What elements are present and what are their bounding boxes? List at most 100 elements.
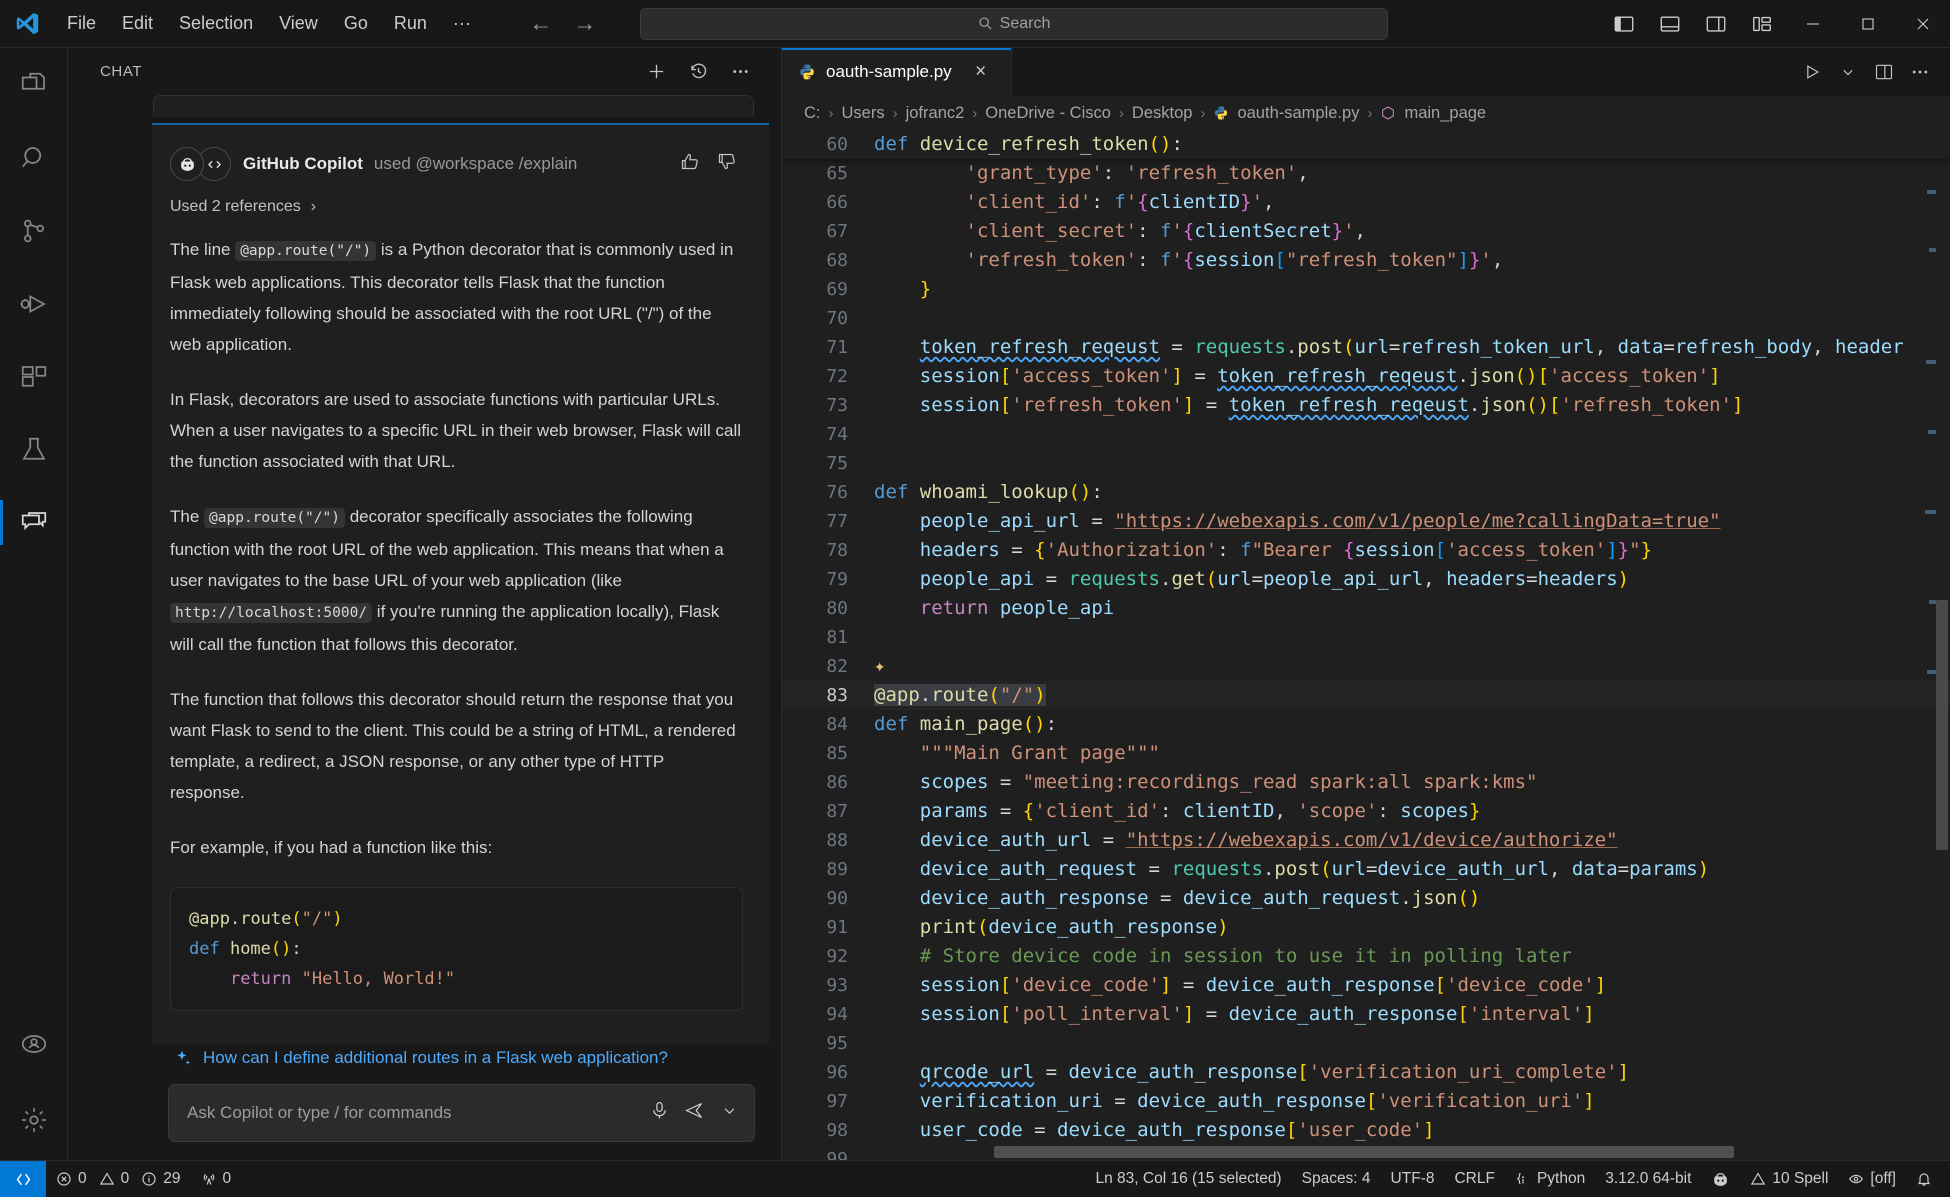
editor-line[interactable]: 91 print(device_auth_response) <box>782 913 1950 942</box>
activitybar-item-settings[interactable] <box>0 1080 68 1160</box>
editor-line[interactable]: 88 device_auth_url = "https://webexapis.… <box>782 826 1950 855</box>
horizontal-scrollbar[interactable] <box>874 1146 1906 1158</box>
editor-line[interactable]: 82 ✦ <box>782 652 1950 681</box>
editor-line[interactable]: 78 headers = {'Authorization': f"Bearer … <box>782 536 1950 565</box>
editor-line[interactable]: 98 user_code = device_auth_response['use… <box>782 1116 1950 1145</box>
chat-input-box[interactable]: Ask Copilot or type / for commands <box>168 1084 755 1142</box>
minimap[interactable] <box>1912 130 1936 1160</box>
arrow-right-icon[interactable]: → <box>572 10 598 37</box>
editor-line[interactable]: 80 return people_api <box>782 594 1950 623</box>
editor-line[interactable]: 93 session['device_code'] = device_auth_… <box>782 971 1950 1000</box>
editor-line[interactable]: 95 <box>782 1029 1950 1058</box>
ellipsis-icon[interactable] <box>727 59 753 85</box>
split-editor-icon[interactable] <box>1868 48 1900 96</box>
status-language-mode[interactable]: Python <box>1505 1161 1595 1197</box>
breadcrumb-item[interactable]: OneDrive - Cisco <box>985 104 1111 123</box>
editor-more-actions-ellipsis-icon[interactable] <box>1904 48 1936 96</box>
status-eol[interactable]: CRLF <box>1444 1161 1504 1197</box>
run-python-file-button[interactable] <box>1796 48 1828 96</box>
editor-line[interactable]: 77 people_api_url = "https://webexapis.c… <box>782 507 1950 536</box>
activitybar-item-accounts[interactable] <box>0 1007 68 1080</box>
maximize-button[interactable] <box>1840 0 1895 48</box>
breadcrumb-item[interactable]: C: <box>804 104 821 123</box>
activitybar-item-source-control[interactable] <box>0 194 68 267</box>
plus-icon[interactable] <box>643 59 669 85</box>
menu-view[interactable]: View <box>266 8 331 39</box>
chat-followup-suggestion[interactable]: How can I define additional routes in a … <box>168 1044 755 1068</box>
thumbs-down-icon[interactable] <box>716 151 737 177</box>
editor-line[interactable]: 90 device_auth_response = device_auth_re… <box>782 884 1950 913</box>
editor-tab-oauth-sample[interactable]: oauth-sample.py × <box>782 48 1012 96</box>
close-button[interactable] <box>1895 0 1950 48</box>
editor-line[interactable]: 66 'client_id': f'{clientID}', <box>782 188 1950 217</box>
status-copilot[interactable] <box>1701 1161 1740 1197</box>
editor-line[interactable]: 79 people_api = requests.get(url=people_… <box>782 565 1950 594</box>
chat-message-list[interactable]: GitHub Copilot used @workspace /explain <box>68 95 781 1044</box>
status-problems[interactable]: 0 0 29 <box>46 1161 191 1197</box>
toggle-secondary-sidebar-button[interactable] <box>1693 0 1739 48</box>
editor-line[interactable]: 69 } <box>782 275 1950 304</box>
editor-line[interactable]: 97 verification_uri = device_auth_respon… <box>782 1087 1950 1116</box>
activitybar-item-run-and-debug[interactable] <box>0 267 68 340</box>
editor-line[interactable]: 75 <box>782 449 1950 478</box>
breadcrumb-item[interactable]: main_page <box>1404 104 1486 123</box>
breadcrumb-item[interactable]: oauth-sample.py <box>1237 104 1359 123</box>
vertical-scrollbar[interactable] <box>1936 600 1948 850</box>
editor-line[interactable]: 70 <box>782 304 1950 333</box>
menu-more[interactable]: ··· <box>440 8 484 39</box>
editor-line[interactable]: 89 device_auth_request = requests.post(u… <box>782 855 1950 884</box>
breadcrumb-item[interactable]: jofranc2 <box>906 104 965 123</box>
customize-layout-button[interactable] <box>1739 0 1785 48</box>
menu-file[interactable]: File <box>54 8 109 39</box>
editor-line[interactable]: 71 token_refresh_reqeust = requests.post… <box>782 333 1950 362</box>
status-ports[interactable]: 0 <box>191 1161 242 1197</box>
menu-edit[interactable]: Edit <box>109 8 166 39</box>
run-options-chevron-down-icon[interactable] <box>1832 48 1864 96</box>
arrow-left-icon[interactable]: ← <box>528 10 554 37</box>
breadcrumb[interactable]: C: › Users › jofranc2 › OneDrive - Cisco › Deskt… <box>782 96 1950 130</box>
editor-line[interactable]: 81 <box>782 623 1950 652</box>
editor-line[interactable]: 72 session['access_token'] = token_refre… <box>782 362 1950 391</box>
editor-line[interactable]: 92 # Store device code in session to use… <box>782 942 1950 971</box>
toggle-panel-button[interactable] <box>1647 0 1693 48</box>
editor-line[interactable]: 76 def whoami_lookup(): <box>782 478 1950 507</box>
chat-code-block[interactable]: @app.route("/") def home(): return "Hello… <box>170 887 743 1011</box>
microphone-icon[interactable] <box>649 1100 670 1126</box>
remote-indicator-icon[interactable] <box>0 1160 46 1197</box>
editor-line[interactable]: 85 """Main Grant page""" <box>782 739 1950 768</box>
editor-line[interactable]: 96 qrcode_url = device_auth_response['ve… <box>782 1058 1950 1087</box>
command-center-search[interactable]: Search <box>640 7 1388 40</box>
thumbs-up-icon[interactable] <box>679 151 700 177</box>
status-python-interpreter[interactable]: 3.12.0 64-bit <box>1595 1161 1701 1197</box>
send-icon[interactable] <box>684 1100 705 1126</box>
editor-line[interactable]: 84 def main_page(): <box>782 710 1950 739</box>
status-notifications[interactable] <box>1906 1161 1942 1197</box>
activitybar-item-testing[interactable] <box>0 413 68 486</box>
editor-line[interactable]: 74 <box>782 420 1950 449</box>
activitybar-item-extensions[interactable] <box>0 340 68 413</box>
status-encoding[interactable]: UTF-8 <box>1381 1161 1445 1197</box>
breadcrumb-item[interactable]: Desktop <box>1132 104 1193 123</box>
chevron-down-icon[interactable] <box>719 1100 740 1126</box>
editor-line[interactable]: 83 @app.route("/") <box>782 681 1950 710</box>
status-indentation[interactable]: Spaces: 4 <box>1292 1161 1381 1197</box>
sticky-scroll-line[interactable]: 60 def device_refresh_token(): <box>782 130 1950 159</box>
editor-line[interactable]: 65 'grant_type': 'refresh_token', <box>782 159 1950 188</box>
activitybar-item-search[interactable] <box>0 121 68 194</box>
menu-go[interactable]: Go <box>331 8 381 39</box>
close-icon[interactable]: × <box>970 61 992 83</box>
editor-line[interactable]: 68 'refresh_token': f'{session["refresh_… <box>782 246 1950 275</box>
editor-line[interactable]: 94 session['poll_interval'] = device_aut… <box>782 1000 1950 1029</box>
breadcrumb-item[interactable]: Users <box>842 104 885 123</box>
menu-run[interactable]: Run <box>381 8 440 39</box>
activitybar-item-chat[interactable] <box>0 486 68 559</box>
history-icon[interactable] <box>685 59 711 85</box>
editor-line[interactable]: 73 session['refresh_token'] = token_refr… <box>782 391 1950 420</box>
editor-line[interactable]: 87 params = {'client_id': clientID, 'sco… <box>782 797 1950 826</box>
chat-references[interactable]: Used 2 references › <box>170 198 743 216</box>
activitybar-item-explorer[interactable] <box>0 48 68 121</box>
status-spell-checker[interactable]: 10 Spell <box>1740 1161 1838 1197</box>
status-editor-position[interactable]: Ln 83, Col 16 (15 selected) <box>1085 1161 1291 1197</box>
toggle-primary-sidebar-button[interactable] <box>1601 0 1647 48</box>
status-screen-reader[interactable]: [off] <box>1838 1161 1906 1197</box>
